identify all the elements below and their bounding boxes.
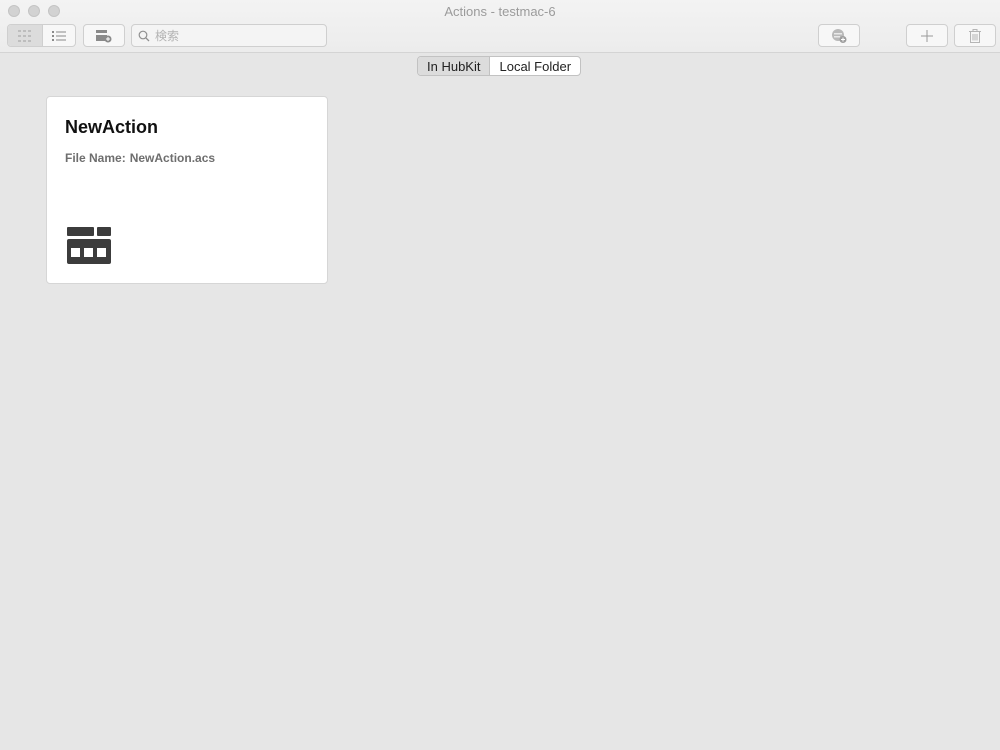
plus-icon	[921, 29, 933, 42]
new-group-icon	[96, 29, 112, 42]
trash-icon	[969, 28, 981, 43]
search-input[interactable]	[155, 28, 315, 43]
segment-in-hubkit[interactable]: In HubKit	[418, 57, 491, 75]
action-card[interactable]: NewAction File Name: NewAction.acs	[46, 96, 328, 284]
action-title: NewAction	[65, 117, 159, 137]
list-view-icon	[51, 30, 66, 41]
view-mode-toggle[interactable]	[7, 24, 76, 47]
file-name-label: File Name:	[65, 151, 126, 165]
delete-button[interactable]	[954, 24, 996, 47]
add-button[interactable]	[906, 24, 948, 47]
share-icon	[832, 28, 847, 43]
share-button[interactable]	[818, 24, 860, 47]
action-layout-icon	[67, 227, 111, 264]
actions-window: Actions - testmac-6 検索 In HubKit Local F…	[0, 0, 1000, 750]
grid-view-button[interactable]	[8, 25, 42, 46]
list-view-button[interactable]	[41, 25, 76, 46]
new-group-button[interactable]	[83, 24, 125, 47]
segment-local-folder[interactable]: Local Folder	[490, 57, 580, 75]
search-field[interactable]	[131, 24, 327, 47]
action-file-name: File Name: NewAction.acs	[65, 151, 215, 165]
source-segmented-control: In HubKit Local Folder	[417, 56, 582, 76]
window-title: Actions - testmac-6	[444, 4, 556, 19]
file-name-value: NewAction.acs	[129, 151, 216, 165]
search-icon	[138, 30, 150, 41]
grid-view-icon	[17, 29, 31, 42]
title-bar: Actions - testmac-6	[0, 0, 1000, 53]
